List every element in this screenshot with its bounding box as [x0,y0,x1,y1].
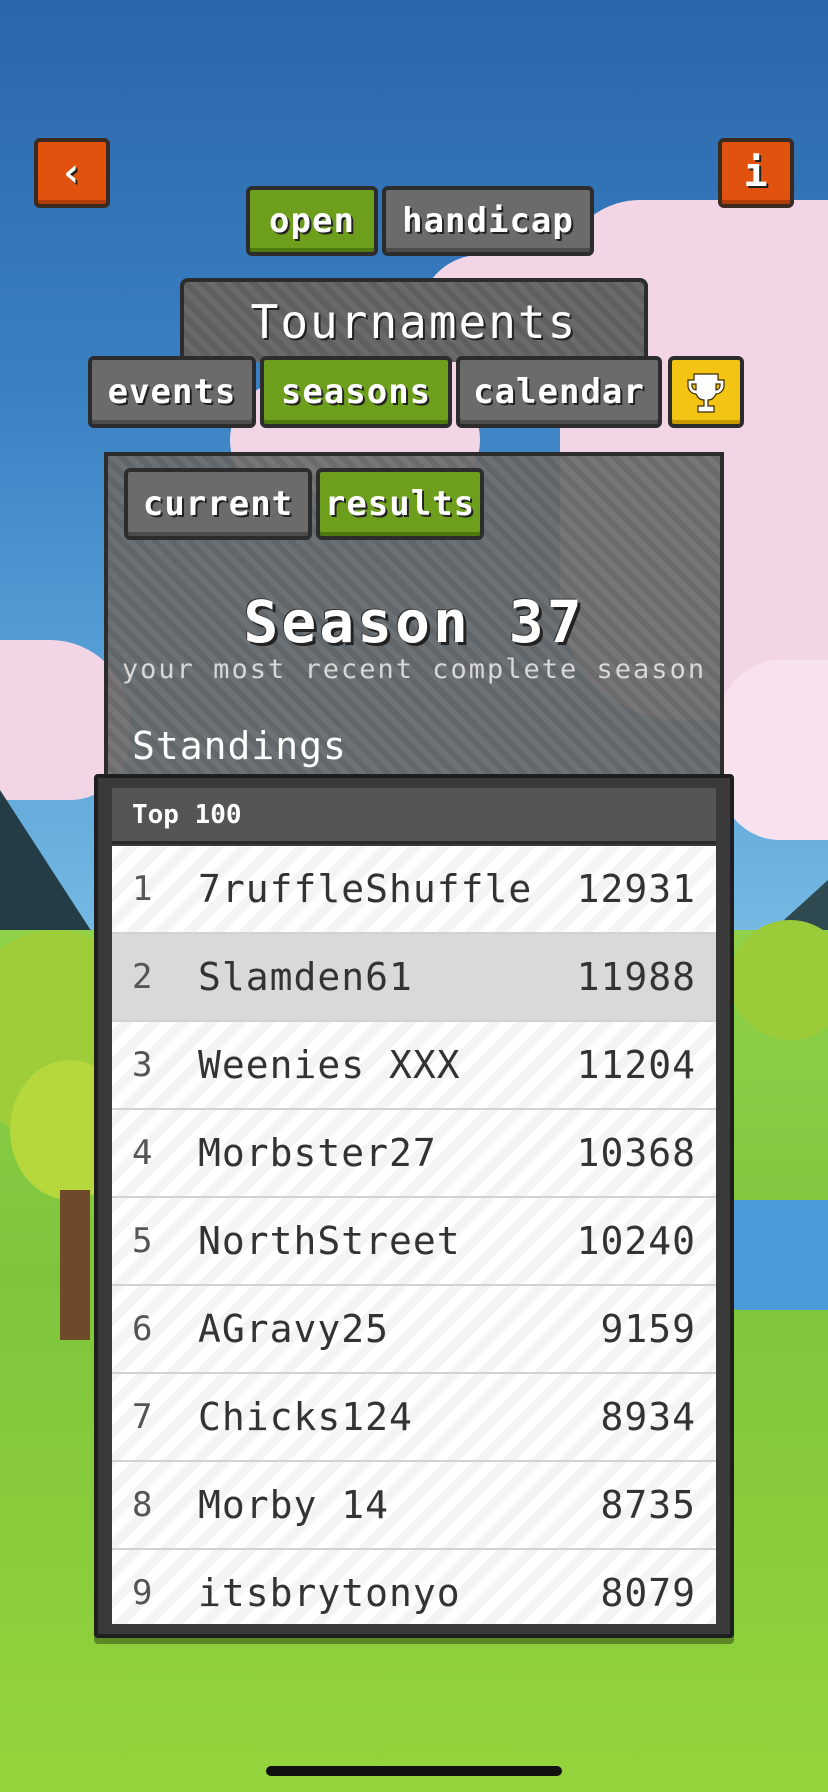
row-player-name: Morby 14 [198,1483,390,1527]
tab-events[interactable]: events [88,356,256,428]
tab-seasons-label: seasons [280,372,432,412]
table-row[interactable]: 7 Chicks124 8934 [112,1374,716,1462]
row-player-name: Weenies XXX [198,1043,461,1087]
table-row[interactable]: 1 7ruffleShuffle 12931 [112,846,716,934]
tab-results[interactable]: results [316,468,484,540]
tree-trunk [60,1190,90,1340]
row-score: 12931 [576,867,696,911]
table-row[interactable]: 6 AGravy25 9159 [112,1286,716,1374]
season-title: Season 37 [243,588,585,656]
row-rank: 1 [132,869,153,909]
tab-current-label: current [142,484,294,524]
tab-handicap-label: handicap [402,201,574,241]
season-subtitle: your most recent complete season [121,654,707,685]
leaderboard-header-label: Top 100 [132,799,242,830]
tab-current[interactable]: current [124,468,312,540]
row-rank: 6 [132,1309,153,1349]
row-score: 11988 [576,955,696,999]
row-score: 11204 [576,1043,696,1087]
tab-open[interactable]: open [246,186,378,256]
tab-calendar-label: calendar [473,372,645,412]
page-title-text: Tournaments [250,295,578,349]
table-row[interactable]: 3 Weenies XXX 11204 [112,1022,716,1110]
row-player-name: Morbster27 [198,1131,437,1175]
tab-calendar[interactable]: calendar [456,356,662,428]
row-rank: 5 [132,1221,153,1261]
tab-seasons[interactable]: seasons [260,356,452,428]
row-score: 8079 [600,1571,696,1615]
row-player-name: Slamden61 [198,955,413,999]
chevron-left-icon: ‹ [59,150,85,196]
home-indicator[interactable] [266,1766,562,1776]
table-row[interactable]: 8 Morby 14 8735 [112,1462,716,1550]
tab-handicap[interactable]: handicap [382,186,594,256]
leaderboard-list[interactable]: 1 7ruffleShuffle 12931 2 Slamden61 11988… [112,846,716,1624]
standings-heading: Standings [132,724,347,768]
row-score: 9159 [600,1307,696,1351]
row-rank: 8 [132,1485,153,1525]
tab-events-label: events [107,372,237,412]
row-rank: 2 [132,957,153,997]
row-player-name: Chicks124 [198,1395,413,1439]
row-score: 8735 [600,1483,696,1527]
info-icon: i [743,150,769,196]
row-score: 10368 [576,1131,696,1175]
leaderboard-header: Top 100 [112,788,716,844]
pond [720,1200,828,1310]
table-row[interactable]: 4 Morbster27 10368 [112,1110,716,1198]
row-player-name: itsbrytonyo [198,1571,461,1615]
back-button[interactable]: ‹ [34,138,110,208]
trophy-button[interactable] [668,356,744,428]
row-rank: 7 [132,1397,153,1437]
table-row-highlighted[interactable]: 2 Slamden61 11988 [112,934,716,1022]
table-row[interactable]: 5 NorthStreet 10240 [112,1198,716,1286]
row-score: 10240 [576,1219,696,1263]
row-player-name: NorthStreet [198,1219,461,1263]
row-score: 8934 [600,1395,696,1439]
tab-open-label: open [269,201,355,241]
cloud [720,660,828,840]
table-row[interactable]: 9 itsbrytonyo 8079 [112,1550,716,1624]
row-rank: 3 [132,1045,153,1085]
page-title: Tournaments [180,278,648,362]
trophy-icon [687,373,725,413]
row-player-name: AGravy25 [198,1307,390,1351]
tab-results-label: results [324,484,476,524]
row-rank: 9 [132,1573,153,1613]
info-button[interactable]: i [718,138,794,208]
row-rank: 4 [132,1133,153,1173]
row-player-name: 7ruffleShuffle [198,867,533,911]
